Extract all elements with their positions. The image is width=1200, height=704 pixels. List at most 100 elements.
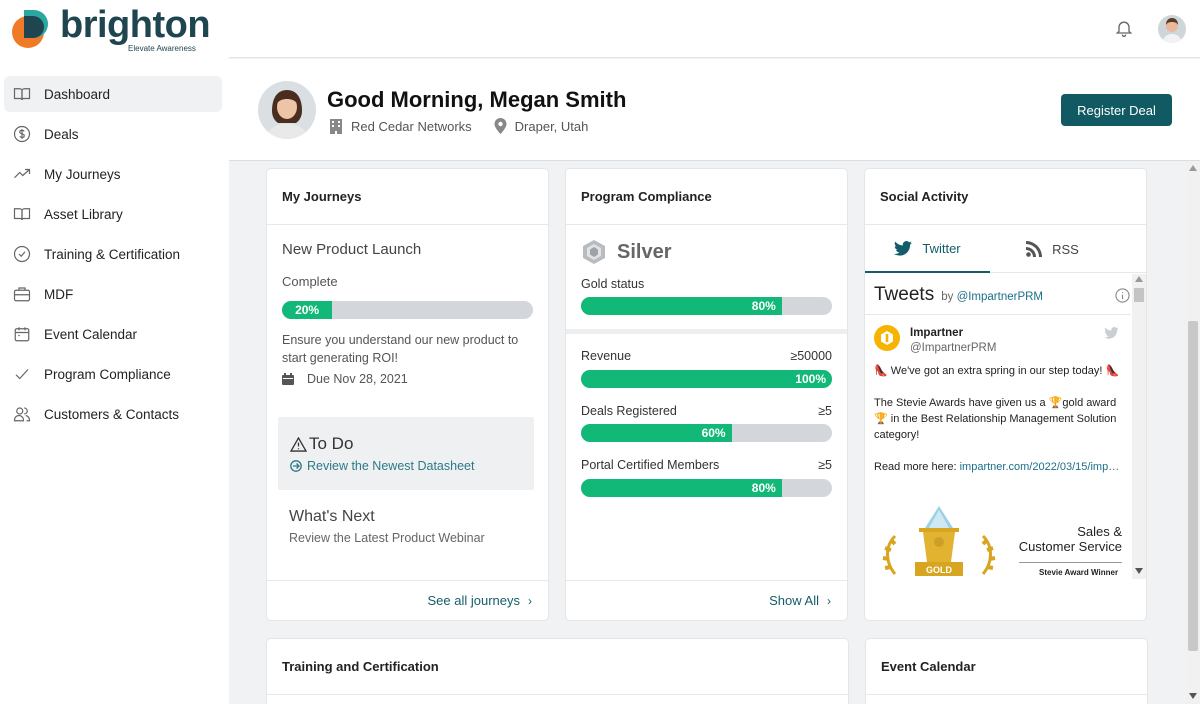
award-badge-text: GOLD [926,565,952,575]
scrollbar-thumb[interactable] [1188,321,1198,651]
card-title: Social Activity [865,169,1146,225]
journey-name[interactable]: New Product Launch [282,241,421,258]
shoe-emoji-icon: 👠 [874,365,888,377]
user-avatar[interactable] [1158,15,1186,43]
tweet-body: 👠 We've got an extra spring in our step … [874,363,1126,491]
greeting-title: Good Morning, Megan Smith [327,87,627,112]
todo-title: To Do [290,434,353,454]
award-title-line: Sales & [1077,524,1122,539]
todo-panel: To Do Review the Newest Datasheet [278,417,534,490]
award-title-line: Customer Service [1018,539,1122,554]
info-icon[interactable] [1115,288,1130,308]
tweet-author-handle[interactable]: @ImpartnerPRM [910,342,996,354]
footer-label: See all journeys [427,593,521,608]
tab-rss[interactable]: RSS [990,225,1115,273]
sidebar-item-program-compliance[interactable]: Program Compliance [4,356,222,392]
sidebar-item-training[interactable]: Training & Certification [4,236,222,272]
arrow-circle-right-icon [290,460,302,472]
brand-logo[interactable]: brighton Elevate Awareness [10,4,211,54]
sidebar-item-label: Customers & Contacts [44,406,180,422]
scroll-down-icon[interactable] [1189,693,1197,699]
row-label: Portal Certified Members [581,458,720,472]
trending-up-icon [12,164,32,184]
tab-twitter[interactable]: Twitter [865,225,990,273]
chevron-right-icon: › [528,593,532,608]
sidebar-item-label: Asset Library [44,206,123,222]
certified-progress-bar: 80% [581,479,832,497]
page-scrollbar[interactable] [1186,161,1200,704]
scroll-down-icon[interactable] [1135,568,1143,574]
brand-tagline: Elevate Awareness [128,44,196,53]
row-target: ≥50000 [790,349,832,363]
tweet-text: gold award [1062,397,1117,409]
sidebar-item-my-journeys[interactable]: My Journeys [4,156,222,192]
journey-status: Complete [282,274,338,289]
compliance-level: Silver [581,239,671,265]
scrollbar-thumb[interactable] [1134,288,1144,302]
due-date-text: Due Nov 28, 2021 [307,372,408,386]
tab-label: Twitter [922,240,961,256]
impartner-avatar[interactable] [874,325,900,351]
divider [865,314,1131,315]
bell-icon[interactable] [1114,17,1134,44]
sidebar-item-label: Program Compliance [44,366,171,382]
tweet-text: The Stevie Awards have given us a [874,397,1046,409]
sidebar-item-label: MDF [44,286,74,302]
twitter-feed[interactable]: Tweets by @ImpartnerPRM Impartner @Impar… [865,274,1146,579]
location-name: Draper, Utah [514,118,589,134]
progress-fill: 80% [581,297,782,315]
training-certification-card: Training and Certification [267,639,848,704]
location-info: Draper, Utah [494,118,589,134]
user-meta: Red Cedar Networks Draper, Utah [329,118,610,134]
feed-scrollbar[interactable] [1132,274,1146,579]
scroll-up-icon[interactable] [1189,165,1197,171]
my-journeys-card: My Journeys New Product Launch Complete … [267,169,548,620]
gold-progress-bar: 80% [581,297,832,315]
sidebar-item-label: My Journeys [44,166,121,182]
progress-fill: 100% [581,370,832,388]
sidebar-item-asset-library[interactable]: Asset Library [4,196,222,232]
row-label: Revenue [581,349,632,363]
whats-next-title: What's Next [289,508,375,525]
award-divider [1019,562,1122,563]
company-info: Red Cedar Networks [329,118,472,134]
tweet-text: We've got an extra spring in our step to… [890,365,1103,377]
revenue-progress-bar: 100% [581,370,832,388]
whats-next-text: Review the Latest Product Webinar [289,531,485,545]
card-title: Program Compliance [566,169,847,225]
profile-avatar [258,81,316,139]
tweet-text: in the Best Relationship Management Solu… [874,413,1117,441]
deals-registered-row: Deals Registered ≥5 [581,404,832,418]
progress-label: 80% [751,481,776,495]
todo-link[interactable]: Review the Newest Datasheet [290,459,474,473]
sidebar-item-mdf[interactable]: MDF [4,276,222,312]
social-tabs: Twitter RSS [865,225,1146,273]
sidebar-item-dashboard[interactable]: Dashboard [4,76,222,112]
sidebar-item-event-calendar[interactable]: Event Calendar [4,316,222,352]
show-all-link[interactable]: Show All › [566,580,847,620]
silver-badge-icon [583,240,605,264]
stevie-award-image[interactable]: GOLD Sales & Customer Service Stevie Awar… [879,506,1129,579]
sidebar-item-customers-contacts[interactable]: Customers & Contacts [4,396,222,432]
dollar-circle-icon [12,124,32,144]
journey-description: Ensure you understand our new product to… [282,333,519,365]
tweet-link[interactable]: impartner.com/2022/03/15/imp… [960,461,1120,473]
tweet-line: 👠 We've got an extra spring in our step … [874,363,1126,379]
register-deal-button[interactable]: Register Deal [1061,94,1172,126]
see-all-journeys-link[interactable]: See all journeys › [267,580,548,620]
card-title: My Journeys [267,169,548,225]
tweet-author-name[interactable]: Impartner [910,327,963,339]
book-open-icon [12,84,32,104]
company-name: Red Cedar Networks [351,118,472,134]
program-compliance-card: Program Compliance Silver Gold status 80… [566,169,847,620]
book-open-icon [12,204,32,224]
feed-handle-link[interactable]: @ImpartnerPRM [957,291,1043,303]
progress-label: 60% [701,426,726,440]
sidebar-item-deals[interactable]: Deals [4,116,222,152]
footer-label: Show All [769,593,819,608]
progress-label: 80% [751,299,776,313]
scroll-up-icon[interactable] [1135,276,1143,282]
card-title: Training and Certification [267,639,848,695]
section-divider [566,329,847,334]
sidebar: brighton Elevate Awareness Dashboard Dea… [0,0,229,704]
